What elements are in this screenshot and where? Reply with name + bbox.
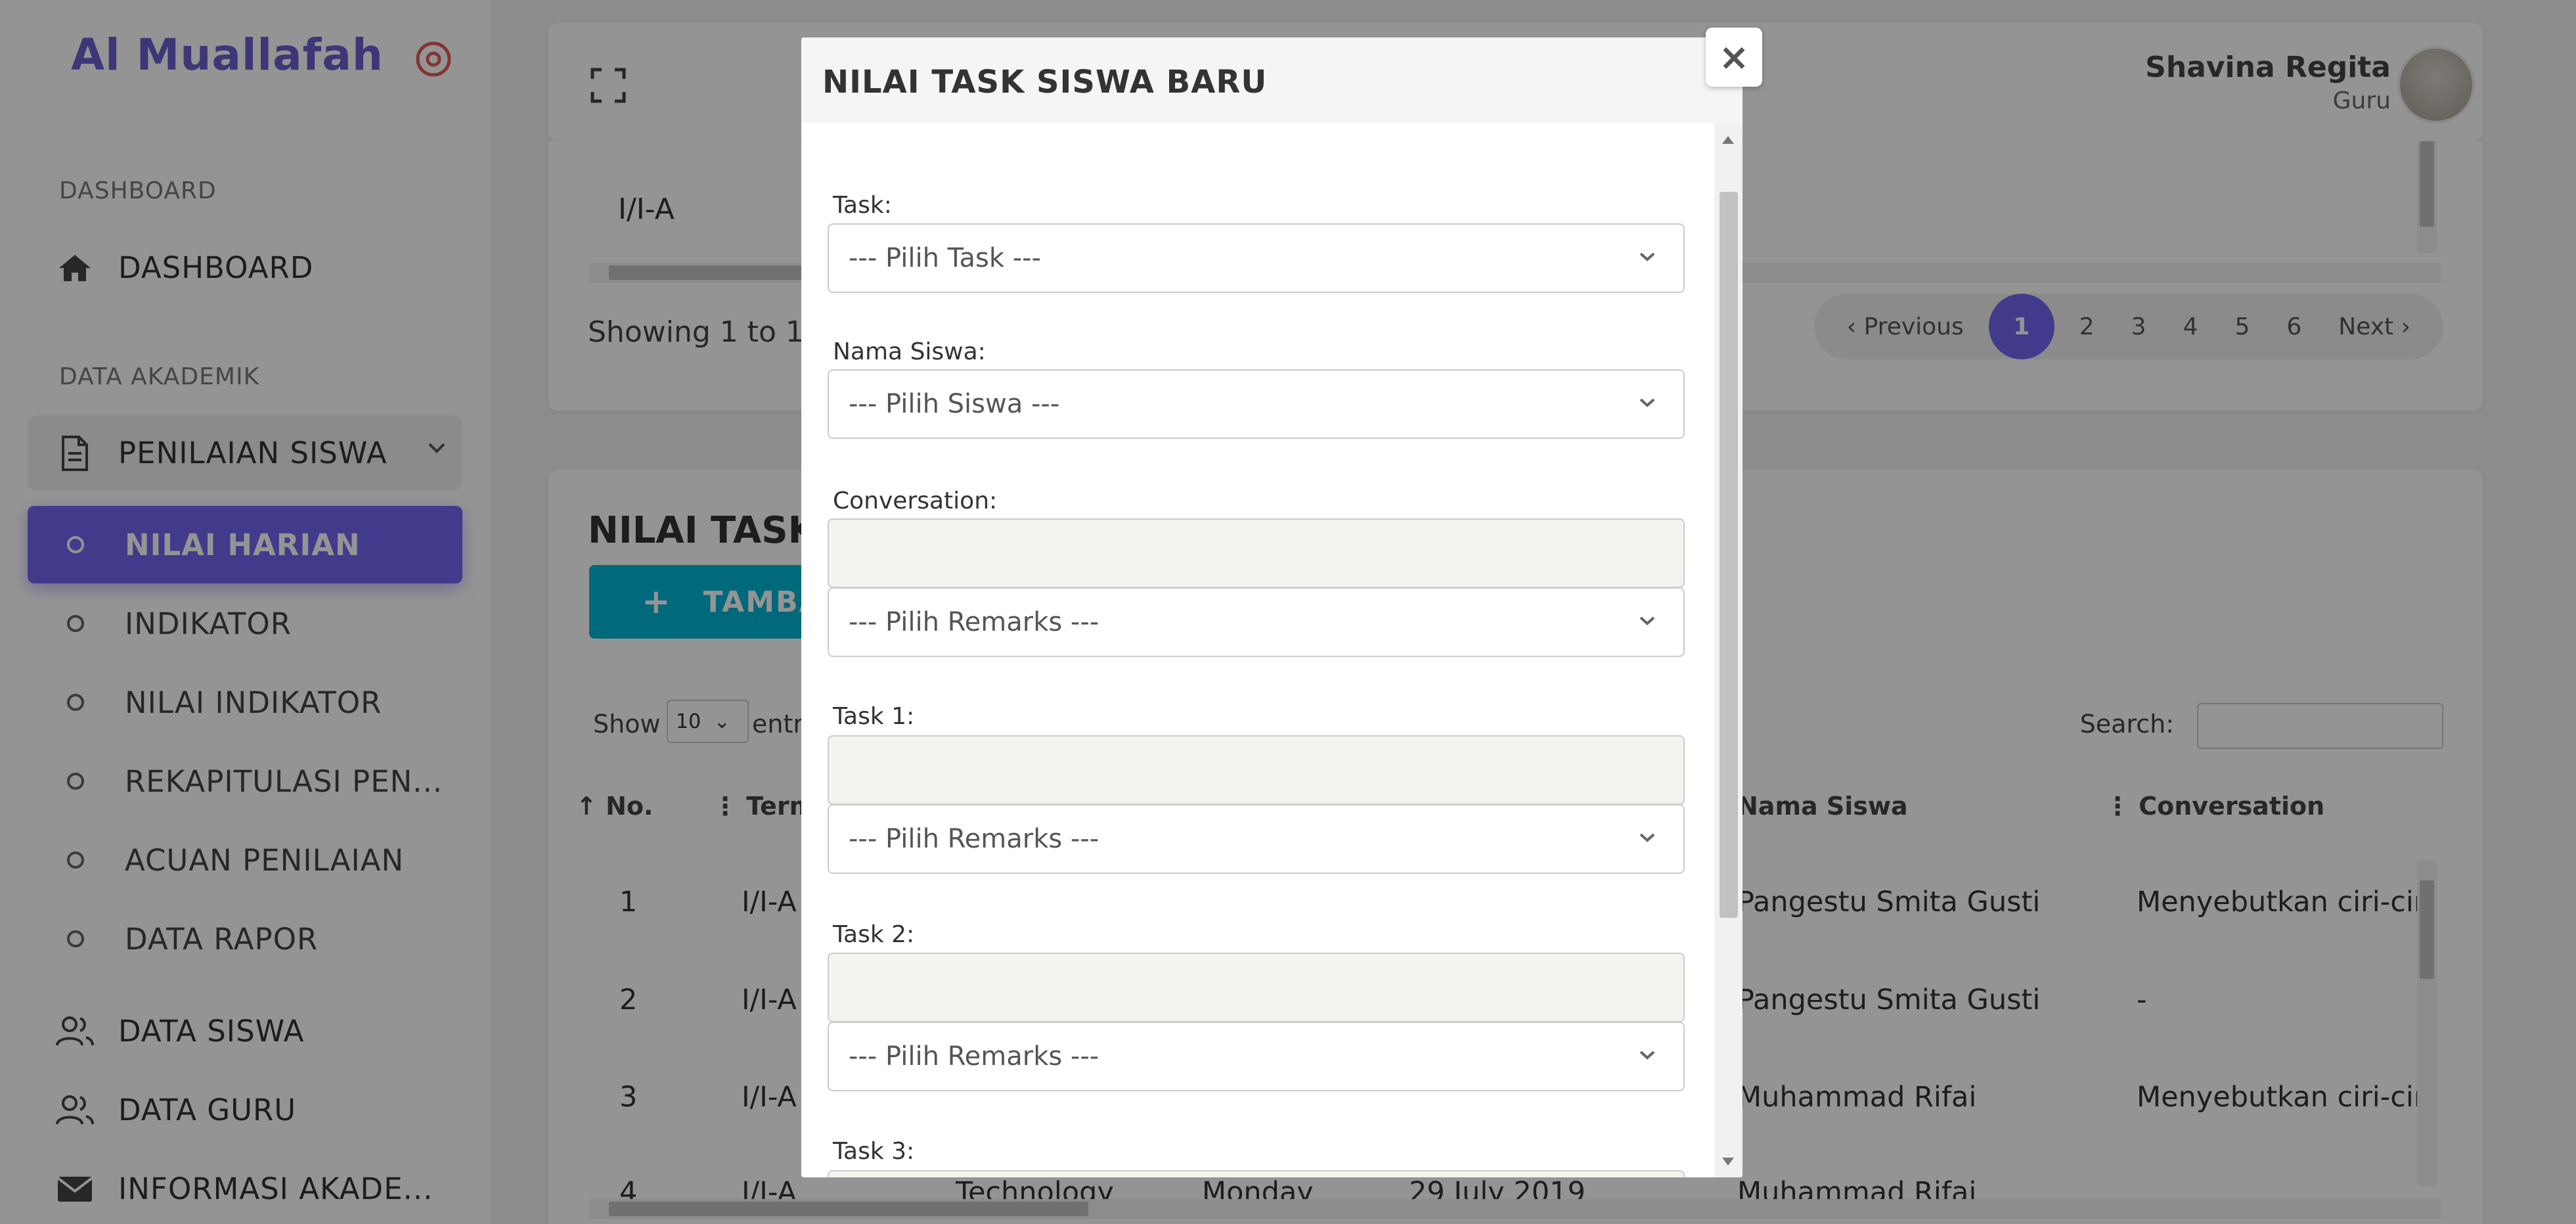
- chevron-down-icon: [1639, 833, 1655, 842]
- nama-siswa-label: Nama Siswa:: [833, 338, 986, 365]
- remarks-select-value: --- Pilih Remarks ---: [849, 1041, 1099, 1072]
- task-select-value: --- Pilih Task ---: [849, 243, 1042, 273]
- modal-dialog: NILAI TASK SISWA BARU Task: --- Pilih Ta…: [801, 37, 1743, 1177]
- modal-header: NILAI TASK SISWA BARU: [801, 37, 1743, 123]
- close-icon: ×: [1718, 35, 1750, 79]
- modal-title: NILAI TASK SISWA BARU: [822, 64, 1268, 101]
- chevron-down-icon: [1639, 616, 1655, 625]
- modal-scrollbar[interactable]: [1714, 123, 1743, 1177]
- task1-remarks-select[interactable]: --- Pilih Remarks ---: [828, 804, 1685, 874]
- conversation-input[interactable]: [828, 518, 1685, 588]
- chevron-down-icon: [1639, 252, 1655, 261]
- remarks-select-value: --- Pilih Remarks ---: [849, 607, 1099, 637]
- task2-input[interactable]: [828, 953, 1685, 1022]
- chevron-down-icon: [1639, 398, 1655, 407]
- siswa-select-value: --- Pilih Siswa ---: [849, 389, 1060, 419]
- modal-body: Task: --- Pilih Task --- Nama Siswa: ---…: [801, 123, 1714, 1177]
- chevron-down-icon: [1639, 1051, 1655, 1060]
- task1-input[interactable]: [828, 735, 1685, 805]
- task1-label: Task 1:: [833, 703, 915, 730]
- task-select[interactable]: --- Pilih Task ---: [828, 223, 1685, 293]
- task2-remarks-select[interactable]: --- Pilih Remarks ---: [828, 1022, 1685, 1091]
- conversation-remarks-select[interactable]: --- Pilih Remarks ---: [828, 587, 1685, 657]
- task3-input[interactable]: [828, 1170, 1685, 1177]
- close-button[interactable]: ×: [1706, 28, 1762, 87]
- task2-label: Task 2:: [833, 921, 915, 948]
- remarks-select-value: --- Pilih Remarks ---: [849, 824, 1099, 854]
- task-label: Task:: [833, 192, 892, 219]
- conversation-label: Conversation:: [833, 487, 998, 514]
- siswa-select[interactable]: --- Pilih Siswa ---: [828, 369, 1685, 439]
- task3-label: Task 3:: [833, 1138, 915, 1165]
